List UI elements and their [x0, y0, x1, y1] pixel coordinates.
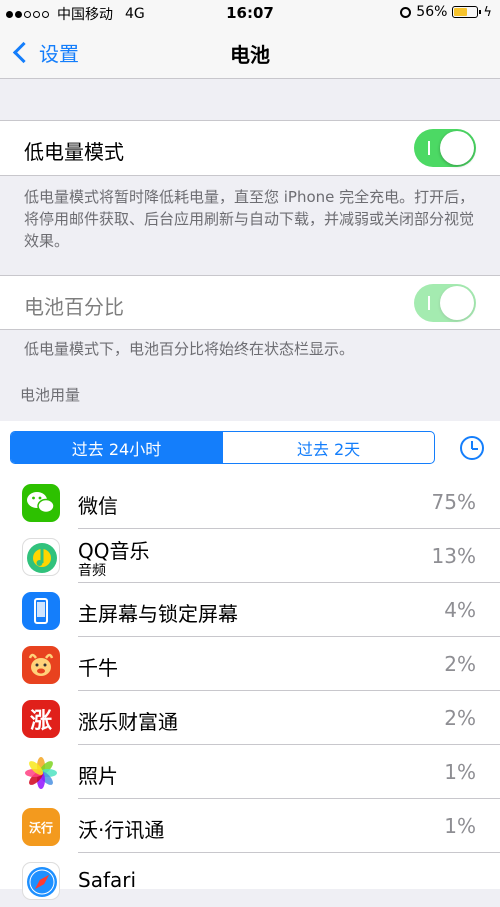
app-name: 微信 — [78, 494, 118, 518]
segment-last-2-days[interactable]: 过去 2天 — [222, 432, 434, 463]
app-percent: 2% — [444, 652, 476, 676]
usage-period-bar: 过去 24小时 过去 2天 — [0, 421, 500, 475]
wechat-icon — [22, 484, 60, 522]
list-item[interactable]: 沃行 沃·行讯通 1% — [0, 799, 500, 853]
app-name: 沃·行讯通 — [78, 818, 165, 842]
low-power-mode-cell: 低电量模式 — [0, 120, 500, 176]
clock-icon[interactable] — [460, 436, 484, 460]
list-item[interactable]: 微信 75% — [0, 475, 500, 529]
low-power-mode-description: 低电量模式将暂时降低耗电量，直至您 iPhone 完全充电。打开后，将停用邮件获… — [24, 188, 475, 250]
status-right: 56% ϟ — [400, 4, 492, 20]
app-name: 千牛 — [78, 656, 118, 680]
app-percent: 4% — [444, 598, 476, 622]
usage-period-segmented-control: 过去 24小时 过去 2天 — [10, 431, 435, 464]
phone-icon — [22, 592, 60, 630]
app-percent: 1% — [444, 814, 476, 838]
low-power-mode-toggle[interactable] — [414, 129, 476, 167]
battery-usage-header: 电池用量 — [20, 386, 81, 404]
low-power-mode-label: 低电量模式 — [24, 140, 124, 164]
list-item[interactable]: 涨 涨乐财富通 2% — [0, 691, 500, 745]
list-item[interactable]: 照片 1% — [0, 745, 500, 799]
list-item[interactable]: 主屏幕与锁定屏幕 4% — [0, 583, 500, 637]
app-name: Safari — [78, 868, 137, 892]
battery-icon — [452, 6, 482, 18]
zhangle-icon: 涨 — [22, 700, 60, 738]
app-percent: 13% — [431, 544, 476, 568]
charging-bolt-icon: ϟ — [483, 4, 492, 20]
safari-icon — [22, 862, 60, 900]
app-name: 照片 — [78, 764, 118, 788]
battery-percentage-cell: 电池百分比 — [0, 275, 500, 330]
list-item[interactable]: Safari — [0, 853, 500, 907]
woxingxuntong-icon: 沃行 — [22, 808, 60, 846]
battery-percentage-label: 电池百分比 — [24, 295, 124, 319]
page-title: 电池 — [230, 43, 270, 67]
list-item[interactable]: 千牛 2% — [0, 637, 500, 691]
list-item[interactable]: QQ音乐 音频 13% — [0, 529, 500, 583]
app-percent: 1% — [444, 760, 476, 784]
orientation-lock-icon — [400, 6, 412, 18]
app-name: 主屏幕与锁定屏幕 — [78, 602, 238, 626]
photos-icon — [22, 754, 60, 792]
battery-percentage-toggle[interactable] — [414, 284, 476, 322]
battery-percent: 56% — [416, 4, 448, 20]
app-subtitle: 音频 — [78, 563, 106, 579]
navigation-bar: 设置 电池 — [0, 26, 500, 79]
app-percent: 75% — [431, 490, 476, 514]
app-name: 涨乐财富通 — [78, 710, 178, 734]
app-usage-list: 微信 75% QQ音乐 音频 13% 主屏幕与锁定屏幕 4% 千牛 2% 涨 涨… — [0, 475, 500, 900]
status-bar: 中国移动 4G 16:07 56% ϟ — [0, 0, 500, 26]
qqmusic-icon — [22, 538, 60, 576]
qianniu-icon — [22, 646, 60, 684]
battery-percentage-description: 低电量模式下，电池百分比将始终在状态栏显示。 — [24, 340, 355, 358]
app-percent: 2% — [444, 706, 476, 730]
segment-last-24-hours[interactable]: 过去 24小时 — [11, 432, 222, 463]
